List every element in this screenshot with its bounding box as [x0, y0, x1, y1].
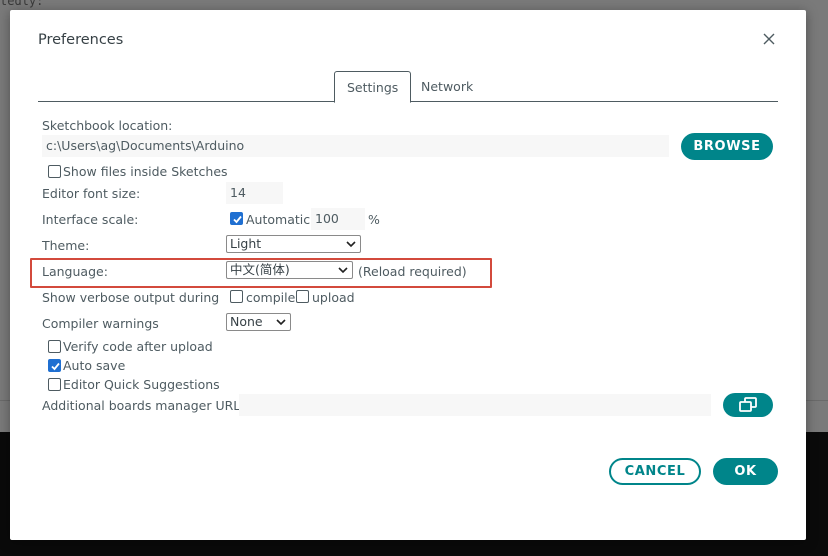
language-value: 中文(简体): [230, 262, 290, 277]
open-window-icon: [739, 397, 757, 412]
cancel-button[interactable]: CANCEL: [609, 458, 701, 485]
font-size-input[interactable]: [226, 182, 283, 204]
check-icon: [233, 215, 242, 224]
boards-urls-input[interactable]: [239, 394, 711, 416]
automatic-scale-label: Automatic: [246, 212, 311, 227]
verify-checkbox[interactable]: [48, 340, 61, 353]
verify-label: Verify code after upload: [63, 339, 213, 354]
verbose-compile-checkbox[interactable]: [230, 290, 243, 303]
background-code-text: tedly:: [0, 0, 44, 8]
chevron-down-icon: [276, 319, 286, 326]
compiler-warnings-label: Compiler warnings: [42, 316, 159, 331]
verbose-compile-label: compile: [246, 290, 296, 305]
preferences-dialog: Preferences Settings Network Sketchbook …: [10, 10, 806, 540]
show-files-label: Show files inside Sketches: [63, 164, 228, 179]
quick-suggestions-checkbox[interactable]: [48, 378, 61, 391]
language-label: Language:: [42, 264, 108, 279]
check-icon: [51, 362, 60, 371]
reload-required-note: (Reload required): [358, 264, 467, 279]
auto-save-checkbox[interactable]: [48, 359, 61, 372]
sketchbook-label: Sketchbook location:: [42, 118, 173, 133]
theme-value: Light: [230, 236, 262, 251]
boards-urls-label: Additional boards manager URLs:: [42, 398, 251, 413]
compiler-warnings-value: None: [230, 314, 263, 329]
auto-save-label: Auto save: [63, 358, 126, 373]
ok-button[interactable]: OK: [713, 458, 778, 485]
quick-suggestions-label: Editor Quick Suggestions: [63, 377, 220, 392]
tab-bar: Settings Network: [38, 71, 778, 103]
interface-scale-input[interactable]: [311, 208, 365, 230]
tab-network[interactable]: Network: [409, 71, 485, 102]
verbose-upload-checkbox[interactable]: [296, 290, 309, 303]
interface-scale-label: Interface scale:: [42, 212, 139, 227]
scale-unit: %: [368, 212, 380, 227]
chevron-down-icon: [346, 241, 356, 248]
verbose-upload-label: upload: [312, 290, 355, 305]
tab-settings[interactable]: Settings: [334, 71, 412, 103]
language-select[interactable]: 中文(简体): [226, 261, 353, 279]
theme-select[interactable]: Light: [226, 235, 361, 253]
dialog-title: Preferences: [38, 32, 124, 48]
automatic-scale-checkbox[interactable]: [230, 212, 243, 225]
show-files-checkbox[interactable]: [48, 165, 61, 178]
open-urls-editor-button[interactable]: [723, 393, 773, 417]
close-icon[interactable]: [758, 28, 780, 50]
compiler-warnings-select[interactable]: None: [226, 313, 291, 331]
theme-label: Theme:: [42, 238, 90, 253]
sketchbook-location-input[interactable]: [42, 135, 669, 157]
chevron-down-icon: [338, 267, 348, 274]
font-size-label: Editor font size:: [42, 186, 141, 201]
browse-button[interactable]: BROWSE: [681, 133, 773, 160]
verbose-label: Show verbose output during: [42, 290, 220, 305]
